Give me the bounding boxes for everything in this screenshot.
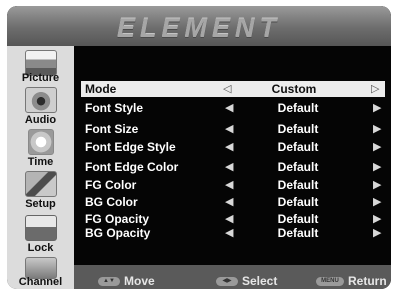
sidebar-item-picture[interactable]: Picture xyxy=(9,49,72,85)
row-label: Font Edge Color xyxy=(85,160,179,174)
sidebar-item-label: Audio xyxy=(24,114,57,126)
arrow-right-icon[interactable]: ▶ xyxy=(373,226,381,239)
arrow-right-icon[interactable]: ▷ xyxy=(371,82,379,95)
arrow-right-icon[interactable]: ▶ xyxy=(373,178,381,191)
sidebar-item-audio[interactable]: Audio xyxy=(9,86,72,126)
arrow-left-icon[interactable]: ◀ xyxy=(225,140,233,153)
row-value: Default xyxy=(277,101,319,115)
arrow-left-icon[interactable]: ◀ xyxy=(225,195,233,208)
menu-row-font-size[interactable]: Font Size ◀ Default ▶ xyxy=(85,121,385,137)
sidebar: Picture Audio Time Setup Lock Channel xyxy=(7,46,74,289)
left-right-arrows-icon: ◀▶ xyxy=(216,277,238,287)
setup-icon xyxy=(25,171,57,197)
hint-return: MENU Return xyxy=(316,274,387,288)
row-value: Default xyxy=(277,226,319,240)
sidebar-item-setup[interactable]: Setup xyxy=(9,170,72,210)
arrow-right-icon[interactable]: ▶ xyxy=(373,122,381,135)
hint-move: ▲▼ Move xyxy=(98,274,155,288)
row-label: Font Style xyxy=(85,101,144,115)
arrow-right-icon[interactable]: ▶ xyxy=(373,212,381,225)
row-label: FG Color xyxy=(85,178,137,192)
row-label: BG Opacity xyxy=(85,226,151,240)
menu-row-mode[interactable]: Mode ◁ Custom ▷ xyxy=(81,81,385,97)
sidebar-item-label: Picture xyxy=(21,72,60,84)
arrow-right-icon[interactable]: ▶ xyxy=(373,101,381,114)
arrow-right-icon[interactable]: ▶ xyxy=(373,160,381,173)
arrow-left-icon[interactable]: ◁ xyxy=(223,82,231,95)
sidebar-item-time[interactable]: Time xyxy=(9,128,72,168)
sidebar-item-label: Channel xyxy=(18,276,63,288)
menu-row-font-edge-style[interactable]: Font Edge Style ◀ Default ▶ xyxy=(85,139,385,155)
row-value: Default xyxy=(277,178,319,192)
row-label: Font Size xyxy=(85,122,139,136)
arrow-left-icon[interactable]: ◀ xyxy=(225,160,233,173)
menu-row-bg-color[interactable]: BG Color ◀ Default ▶ xyxy=(85,194,385,210)
arrow-left-icon[interactable]: ◀ xyxy=(225,226,233,239)
audio-icon xyxy=(25,87,57,113)
row-label: FG Opacity xyxy=(85,212,150,226)
sidebar-item-label: Time xyxy=(27,156,54,168)
lock-icon xyxy=(25,215,57,241)
time-icon xyxy=(28,129,54,155)
footer-bar: ▲▼ Move ◀▶ Select MENU Return xyxy=(74,265,391,289)
sidebar-item-lock[interactable]: Lock xyxy=(9,212,72,254)
menu-row-fg-color[interactable]: FG Color ◀ Default ▶ xyxy=(85,177,385,193)
arrow-left-icon[interactable]: ◀ xyxy=(225,212,233,225)
brand-logo: ELEMENT xyxy=(116,13,281,43)
sidebar-item-channel[interactable]: Channel xyxy=(9,256,72,289)
sidebar-item-label: Setup xyxy=(25,198,56,210)
menu-row-bg-opacity[interactable]: BG Opacity ◀ Default ▶ xyxy=(85,225,385,241)
arrow-right-icon[interactable]: ▶ xyxy=(373,140,381,153)
row-label: Font Edge Style xyxy=(85,140,176,154)
row-value: Custom xyxy=(271,82,317,96)
arrow-left-icon[interactable]: ◀ xyxy=(225,122,233,135)
arrow-left-icon[interactable]: ◀ xyxy=(225,178,233,191)
menu-row-font-style[interactable]: Font Style ◀ Default ▶ xyxy=(85,100,385,116)
up-down-arrows-icon: ▲▼ xyxy=(98,277,120,287)
hint-return-label: Return xyxy=(348,274,387,288)
arrow-right-icon[interactable]: ▶ xyxy=(373,195,381,208)
row-value: Default xyxy=(277,195,319,209)
hint-select: ◀▶ Select xyxy=(216,274,277,288)
hint-select-label: Select xyxy=(242,274,278,288)
sidebar-item-label: Lock xyxy=(27,242,54,254)
osd-window: ELEMENT Picture Audio Time Setup Lock Ch… xyxy=(7,6,391,289)
arrow-left-icon[interactable]: ◀ xyxy=(225,101,233,114)
header-bar: ELEMENT xyxy=(7,6,391,46)
settings-panel: Mode ◁ Custom ▷ Font Style ◀ Default ▶ F… xyxy=(74,46,391,265)
row-label: Mode xyxy=(85,82,117,96)
row-value: Default xyxy=(277,212,319,226)
row-value: Default xyxy=(277,140,319,154)
hint-move-label: Move xyxy=(124,274,155,288)
row-value: Default xyxy=(277,122,319,136)
menu-row-font-edge-color[interactable]: Font Edge Color ◀ Default ▶ xyxy=(85,159,385,175)
row-value: Default xyxy=(277,160,319,174)
row-label: BG Color xyxy=(85,195,138,209)
menu-key-icon: MENU xyxy=(316,277,344,287)
